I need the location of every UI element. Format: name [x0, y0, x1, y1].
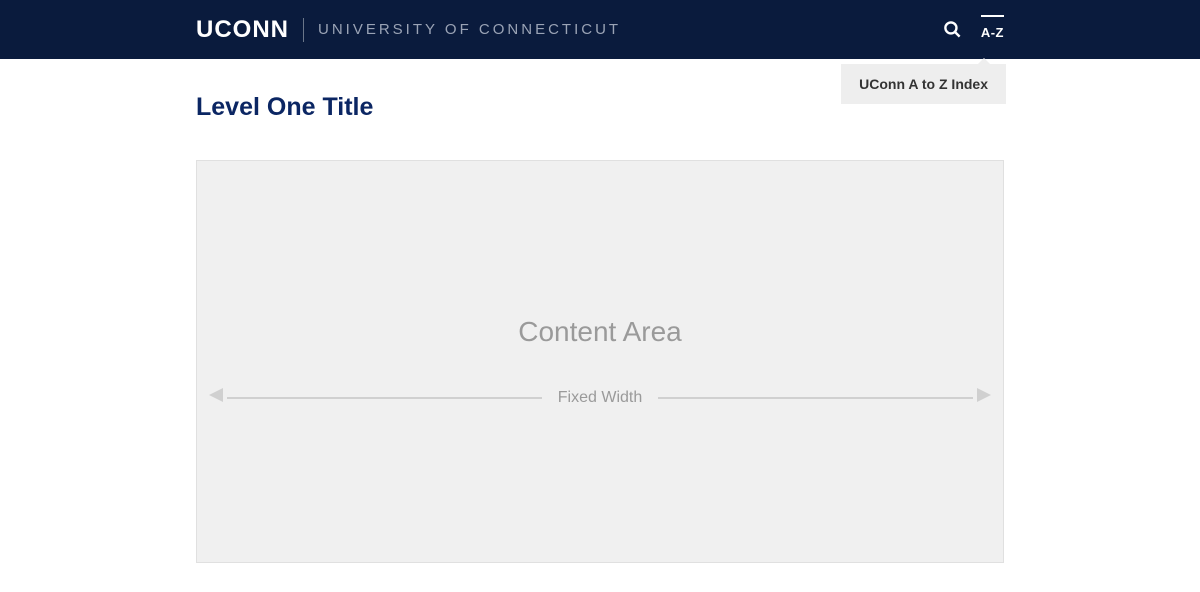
arrow-right-icon [973, 388, 991, 407]
az-tooltip[interactable]: UConn A to Z Index [841, 64, 1006, 104]
content-area: Content Area Fixed Width [196, 160, 1004, 563]
fixed-width-indicator: Fixed Width [197, 388, 1003, 407]
header-right: A-Z [943, 19, 1200, 40]
fixed-width-label: Fixed Width [542, 389, 658, 407]
arrow-left-icon [209, 388, 227, 407]
uconn-logo[interactable]: UCONN [196, 16, 289, 44]
logo-divider [303, 18, 304, 42]
content: Level One Title Content Area Fixed Width [0, 59, 1200, 563]
search-icon[interactable] [943, 20, 963, 40]
header-left: UCONN UNIVERSITY OF CONNECTICUT [0, 16, 621, 44]
content-area-label: Content Area [518, 316, 681, 348]
header: UCONN UNIVERSITY OF CONNECTICUT A-Z [0, 0, 1200, 59]
indicator-line-left [227, 397, 542, 399]
university-name: UNIVERSITY OF CONNECTICUT [318, 21, 621, 38]
az-index-button[interactable]: A-Z [981, 19, 1004, 40]
indicator-line-right [658, 397, 973, 399]
